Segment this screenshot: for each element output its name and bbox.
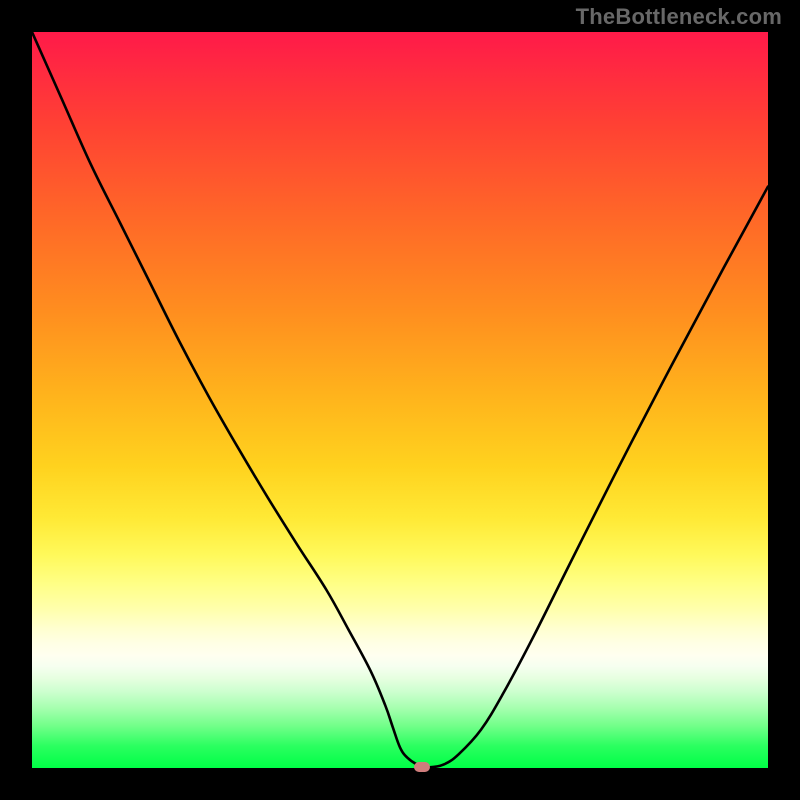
plot-area: [32, 32, 768, 768]
bottleneck-curve: [32, 32, 768, 768]
chart-frame: TheBottleneck.com: [0, 0, 800, 800]
optimum-marker: [414, 762, 430, 772]
watermark-text: TheBottleneck.com: [576, 4, 782, 30]
